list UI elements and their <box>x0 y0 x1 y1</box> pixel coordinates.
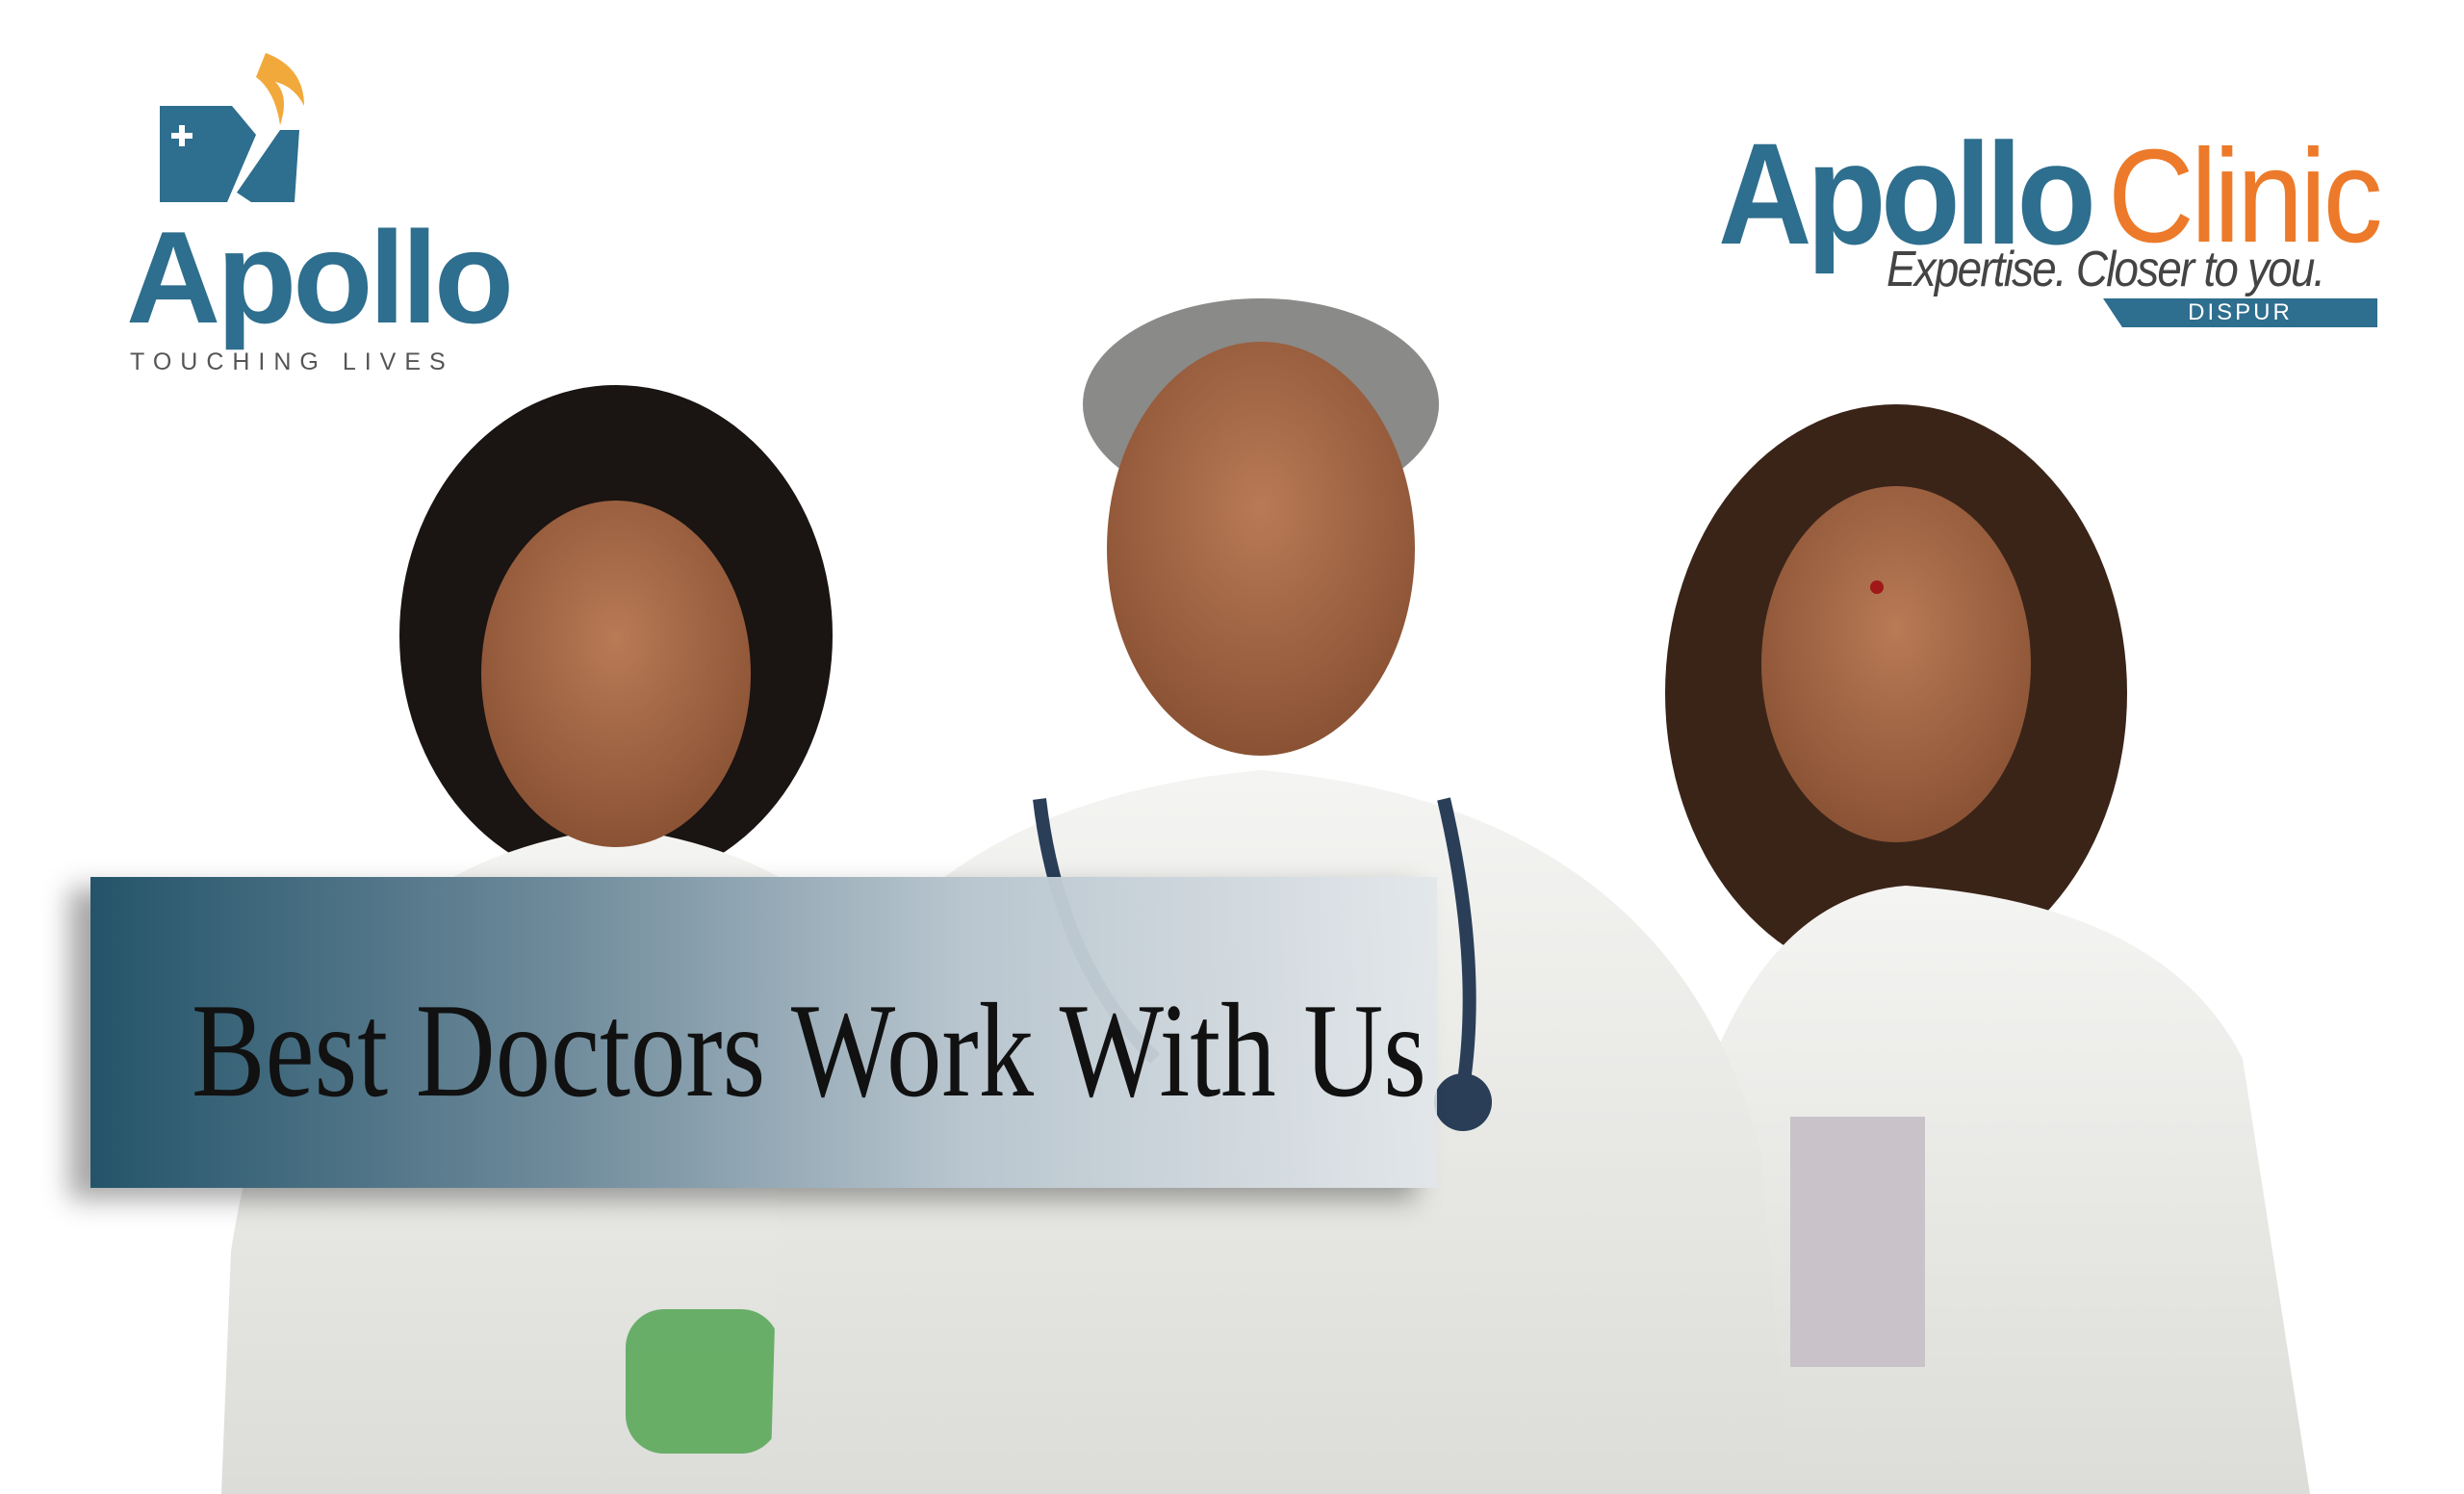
banner-headline: Best Doctors Work With Us <box>192 976 1426 1125</box>
apollo-wordmark: Apollo <box>126 204 514 350</box>
clinic-slogan: Expertise. Closer to you. <box>1886 242 2325 297</box>
headline-banner: Best Doctors Work With Us <box>90 877 1437 1188</box>
clinic-location-badge: DISPUR <box>2103 298 2377 327</box>
apollo-emblem-icon <box>160 53 304 202</box>
apollo-tagline: TOUCHING LIVES <box>130 348 454 375</box>
apollo-clinic-logo: Apollo Clinic Expertise. Closer to you. … <box>1718 111 2392 342</box>
apollo-logo: Apollo TOUCHING LIVES <box>126 48 514 385</box>
